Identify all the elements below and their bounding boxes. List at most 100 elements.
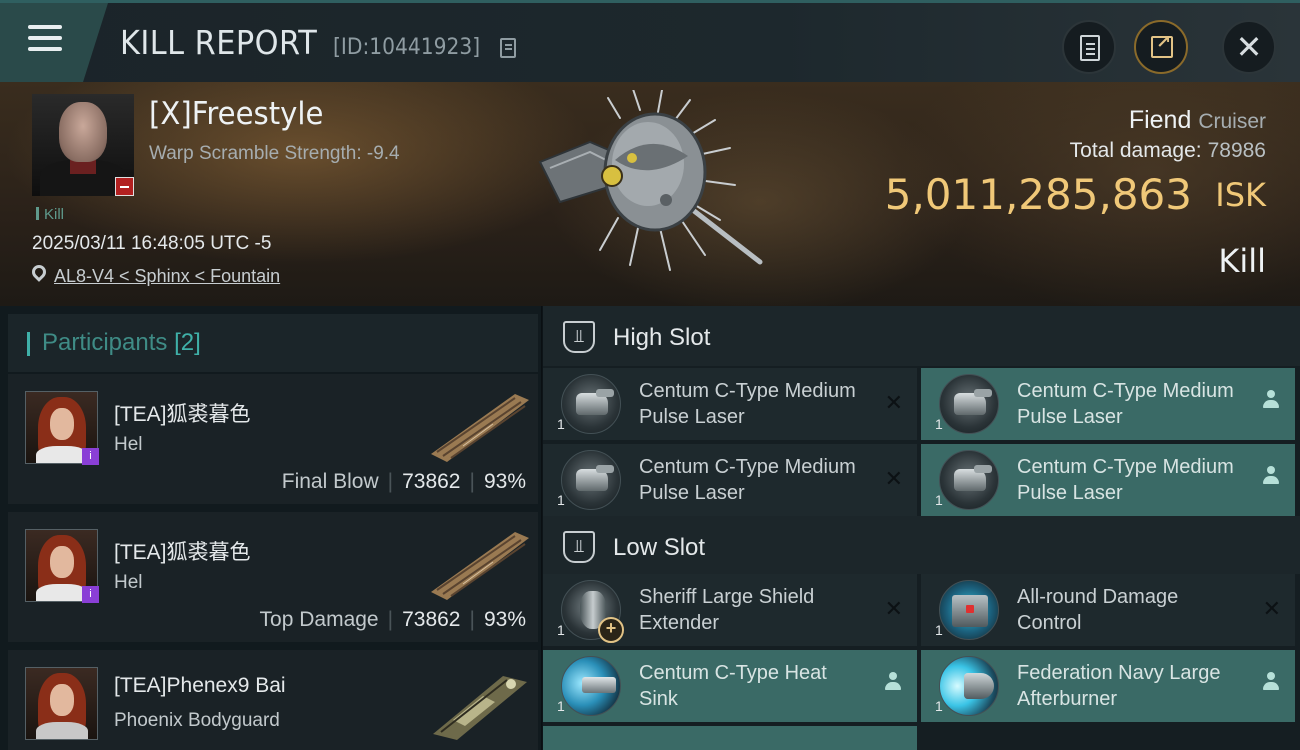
module-name: All-round Damage Control (1017, 586, 1179, 634)
stat-divider: | (387, 608, 394, 631)
pulse-laser-icon (939, 374, 999, 434)
kill-tag: Kill (36, 206, 64, 223)
participant-name: [TEA]Phenex9 Bai (114, 674, 286, 697)
module-item[interactable]: 1 Sheriff Large Shield Extender ✕ (543, 574, 917, 646)
destroyed-icon: ✕ (884, 390, 903, 415)
copy-icon[interactable] (500, 38, 516, 58)
total-damage-value: 78986 (1207, 139, 1266, 162)
module-item[interactable]: 1 Centum C-Type Medium Pulse Laser ✕ (543, 368, 917, 440)
participant-role: Top Damage (259, 608, 379, 631)
participant-ship: Hel (114, 434, 143, 455)
module-item[interactable]: 1 Centum C-Type Heat Sink (543, 650, 917, 722)
share-button[interactable] (1134, 20, 1188, 74)
isk-value: 5,011,285,863 (884, 170, 1192, 219)
stat-divider: | (387, 470, 394, 493)
participant-stats: Top Damage | 73862 | 93% (260, 608, 526, 632)
module-shape (576, 465, 614, 491)
ship-name-text: Fiend (1128, 106, 1192, 134)
participants-title-text: Participants (42, 329, 168, 356)
module-name: Centum C-Type Medium Pulse Laser (1017, 456, 1234, 504)
participant-ship-icon (431, 532, 529, 600)
victim-summary: [X]Freestyle Warp Scramble Strength: -9.… (0, 82, 1300, 306)
high-slot-title: High Slot (613, 324, 711, 351)
module-shape (954, 389, 992, 415)
section-accent (27, 332, 30, 356)
avatar-face (50, 684, 74, 716)
pulse-laser-icon (939, 450, 999, 510)
module-quantity: 1 (557, 698, 565, 714)
participant-stats: Final Blow | 73862 | 93% (282, 470, 526, 494)
info-badge-icon: i (82, 448, 99, 465)
report-id: [ID:10441923] (333, 35, 481, 60)
module-shape (952, 595, 988, 627)
stat-divider: | (469, 470, 475, 493)
module-shape (954, 465, 992, 491)
module-name: Centum C-Type Medium Pulse Laser (639, 456, 856, 504)
module-quantity: 1 (557, 416, 565, 432)
dropped-person-icon (885, 672, 901, 692)
avatar-shoulders (36, 446, 88, 463)
menu-button[interactable] (0, 3, 108, 85)
heat-sink-icon (561, 656, 621, 716)
module-name: Federation Navy Large Afterburner (1017, 662, 1221, 710)
low-slot-header: Low Slot (543, 516, 1300, 574)
participant-percent: 93% (483, 608, 526, 631)
victim-ship-image (538, 90, 763, 271)
participant-card[interactable]: i [TEA]狐裘暮色 Hel Final Blow | 73862 | 93% (8, 374, 538, 504)
clipboard-button[interactable] (1062, 20, 1116, 74)
location-pin-icon (29, 262, 49, 282)
module-item[interactable]: 1 Centum C-Type Medium Pulse Laser (921, 368, 1295, 440)
damage-control-icon (939, 580, 999, 640)
module-quantity: 1 (935, 698, 943, 714)
participants-panel: Participants [2] i [TEA]狐裘暮色 Hel Final B… (0, 306, 542, 750)
portrait-head (59, 102, 107, 162)
dropped-person-icon (1263, 466, 1279, 486)
module-quantity: 1 (935, 622, 943, 638)
module-quantity: 1 (557, 492, 565, 508)
afterburner-icon (939, 656, 999, 716)
module-name: Sheriff Large Shield Extender (639, 586, 815, 634)
shield-extender-icon (561, 580, 624, 643)
participant-damage: 73862 (402, 470, 461, 493)
participant-percent: 93% (483, 470, 526, 493)
avatar[interactable] (25, 667, 98, 740)
module-quantity: 1 (557, 622, 565, 638)
module-quantity: 1 (935, 492, 943, 508)
module-shape (582, 677, 616, 693)
portrait-collar (70, 160, 96, 174)
low-slot-icon (563, 531, 595, 563)
module-item[interactable]: 1 All-round Damage Control ✕ (921, 574, 1295, 646)
avatar-face (50, 408, 74, 440)
module-item[interactable]: 1 Federation Navy Large Afterburner (921, 650, 1295, 722)
avatar-face (50, 546, 74, 578)
menu-icon (28, 25, 62, 29)
participant-name: [TEA]狐裘暮色 (114, 541, 251, 564)
menu-icon-bar (28, 36, 62, 40)
warp-scramble-strength: Warp Scramble Strength: -9.4 (149, 143, 400, 164)
module-item[interactable]: 1 Centum C-Type Medium Pulse Laser (921, 444, 1295, 516)
participant-damage: 73862 (402, 608, 461, 631)
participant-ship: Hel (114, 572, 143, 593)
participant-card[interactable]: [TEA]Phenex9 Bai Phoenix Bodyguard (8, 650, 538, 750)
participants-title: Participants [2] (42, 329, 201, 357)
low-slot-title: Low Slot (613, 534, 706, 561)
participant-ship: Phoenix Bodyguard (114, 710, 280, 731)
participant-ship-icon (431, 394, 529, 462)
avatar-shoulders (36, 584, 88, 601)
kill-location-link[interactable]: AL8-V4 < Sphinx < Fountain (54, 266, 280, 287)
module-name: Centum C-Type Medium Pulse Laser (1017, 380, 1234, 428)
close-icon: ✕ (1235, 28, 1263, 66)
hostile-status-icon (115, 177, 134, 196)
module-item[interactable]: 1 Centum C-Type Medium Pulse Laser ✕ (543, 444, 917, 516)
participant-name: [TEA]狐裘暮色 (114, 403, 251, 426)
participant-ship-icon (433, 676, 527, 740)
fittings-panel: High Slot 1 Centum C-Type Medium Pulse L… (543, 306, 1300, 750)
module-quantity: 1 (935, 416, 943, 432)
destroyed-icon: ✕ (884, 596, 903, 621)
close-button[interactable]: ✕ (1222, 20, 1276, 74)
module-shape (576, 389, 614, 415)
victim-name[interactable]: [X]Freestyle (149, 96, 323, 132)
module-item-partial[interactable] (543, 726, 917, 750)
participant-card[interactable]: i [TEA]狐裘暮色 Hel Top Damage | 73862 | 93% (8, 512, 538, 642)
participants-count: [2] (174, 329, 201, 356)
